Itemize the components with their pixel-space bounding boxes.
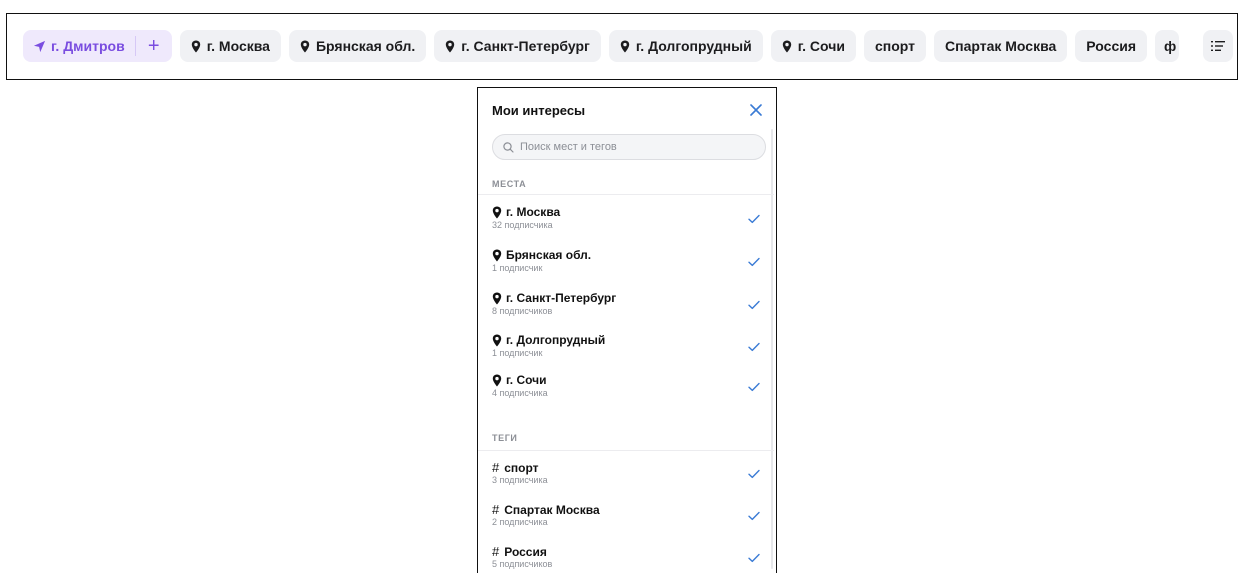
plus-icon: + — [147, 34, 160, 57]
chip-bryansk[interactable]: Брянская обл. — [288, 30, 427, 62]
chip-tag-spartak[interactable]: Спартак Москва — [934, 30, 1068, 62]
pin-icon — [782, 40, 791, 52]
chip-label: Россия — [1086, 38, 1137, 54]
tag-name: Россия — [504, 544, 547, 559]
tags-section-header: ТЕГИ — [492, 433, 518, 443]
check-icon[interactable] — [748, 214, 760, 224]
subscriber-count: 5 подписчиков — [492, 559, 553, 569]
current-location-chip[interactable]: г. Дмитров — [23, 30, 135, 62]
navigation-arrow-icon — [33, 40, 46, 52]
place-name: г. Санкт-Петербург — [506, 291, 617, 305]
check-icon[interactable] — [748, 257, 760, 267]
pin-icon — [492, 374, 502, 386]
subscriber-count: 4 подписчика — [492, 388, 548, 398]
place-item-moscow[interactable]: г. Москва 32 подписчика — [492, 205, 762, 241]
check-icon[interactable] — [748, 553, 760, 563]
place-name-row: г. Сочи — [492, 373, 547, 387]
add-interest-button[interactable]: + — [136, 30, 172, 62]
subscriber-count: 1 подписчик — [492, 348, 543, 358]
places-section-header: МЕСТА — [492, 179, 527, 189]
panel-title: Мои интересы — [492, 103, 586, 118]
tag-item-spartak[interactable]: # Спартак Москва 2 подписчика — [492, 502, 762, 538]
chip-row: г. Дмитров + г. Москва Брянская обл. г. … — [23, 30, 1180, 62]
place-item-bryansk[interactable]: Брянская обл. 1 подписчик — [492, 248, 762, 284]
check-icon[interactable] — [748, 300, 760, 310]
tag-name-row: # Спартак Москва — [492, 502, 600, 517]
pin-icon — [492, 292, 502, 304]
hash-icon: # — [492, 460, 500, 475]
tags-divider — [478, 450, 774, 451]
pin-icon — [492, 334, 502, 346]
pin-icon — [492, 206, 502, 218]
chip-saint-petersburg[interactable]: г. Санкт-Петербург — [434, 30, 601, 62]
interests-menu-button[interactable] — [1203, 30, 1233, 62]
check-icon[interactable] — [748, 342, 760, 352]
place-item-sochi[interactable]: г. Сочи 4 подписчика — [492, 373, 762, 409]
place-name-row: г. Долгопрудный — [492, 333, 605, 347]
place-item-saint-petersburg[interactable]: г. Санкт-Петербург 8 подписчиков — [492, 291, 762, 327]
check-icon[interactable] — [748, 469, 760, 479]
chip-tag-sport[interactable]: спорт — [863, 30, 926, 62]
pin-icon — [492, 249, 502, 261]
pin-icon — [300, 40, 310, 52]
interests-chip-bar: г. Дмитров + г. Москва Брянская обл. г. … — [6, 13, 1238, 80]
tag-name-row: # спорт — [492, 460, 539, 475]
place-item-dolgoprudny[interactable]: г. Долгопрудный 1 подписчик — [492, 333, 762, 369]
chip-label: г. Санкт-Петербург — [461, 38, 590, 54]
place-name: г. Москва — [506, 205, 561, 219]
subscriber-count: 2 подписчика — [492, 517, 548, 527]
place-name-row: г. Москва — [492, 205, 560, 219]
pin-icon — [620, 40, 630, 52]
search-field[interactable] — [492, 134, 766, 160]
pin-icon — [446, 40, 455, 52]
chip-label: Брянская обл. — [315, 38, 416, 54]
chip-truncated[interactable]: ф — [1155, 30, 1180, 62]
chip-tag-russia[interactable]: Россия — [1075, 30, 1148, 62]
subscriber-count: 8 подписчиков — [492, 306, 553, 316]
subscriber-count: 3 подписчика — [492, 475, 548, 485]
hash-icon: # — [492, 544, 500, 559]
check-icon[interactable] — [748, 511, 760, 521]
tag-name-row: # Россия — [492, 544, 547, 559]
place-name: г. Сочи — [506, 373, 547, 387]
tag-name: Спартак Москва — [504, 502, 600, 517]
close-button[interactable] — [748, 102, 764, 118]
search-input[interactable] — [520, 141, 740, 153]
close-icon — [750, 104, 762, 116]
chip-label: г. Москва — [206, 38, 270, 54]
chip-label: г. Долгопрудный — [635, 38, 752, 54]
current-location-group: г. Дмитров + — [23, 30, 172, 62]
chip-label: г. Сочи — [797, 38, 845, 54]
place-name: Брянская обл. — [506, 248, 592, 262]
chip-moscow[interactable]: г. Москва — [179, 30, 281, 62]
list-icon — [1211, 41, 1225, 51]
tag-item-russia[interactable]: # Россия 5 подписчиков — [492, 544, 762, 573]
current-location-label: г. Дмитров — [51, 38, 125, 54]
chip-sochi[interactable]: г. Сочи — [770, 30, 856, 62]
place-name-row: Брянская обл. — [492, 248, 591, 262]
panel-scrollbar[interactable] — [771, 129, 773, 569]
tag-name: спорт — [504, 460, 539, 475]
chip-label: спорт — [874, 38, 915, 54]
subscriber-count: 1 подписчик — [492, 263, 543, 273]
search-icon — [503, 141, 514, 153]
my-interests-panel: Мои интересы МЕСТА г. Москва 32 подписчи… — [477, 87, 777, 573]
places-divider — [478, 194, 774, 195]
pin-icon — [191, 40, 200, 52]
check-icon[interactable] — [748, 382, 760, 392]
chip-label: ф — [1164, 38, 1177, 54]
subscriber-count: 32 подписчика — [492, 220, 553, 230]
chip-dolgoprudny[interactable]: г. Долгопрудный — [608, 30, 763, 62]
place-name: г. Долгопрудный — [506, 333, 606, 347]
tag-item-sport[interactable]: # спорт 3 подписчика — [492, 460, 762, 496]
place-name-row: г. Санкт-Петербург — [492, 291, 616, 305]
hash-icon: # — [492, 502, 500, 517]
chip-label: Спартак Москва — [945, 38, 1057, 54]
